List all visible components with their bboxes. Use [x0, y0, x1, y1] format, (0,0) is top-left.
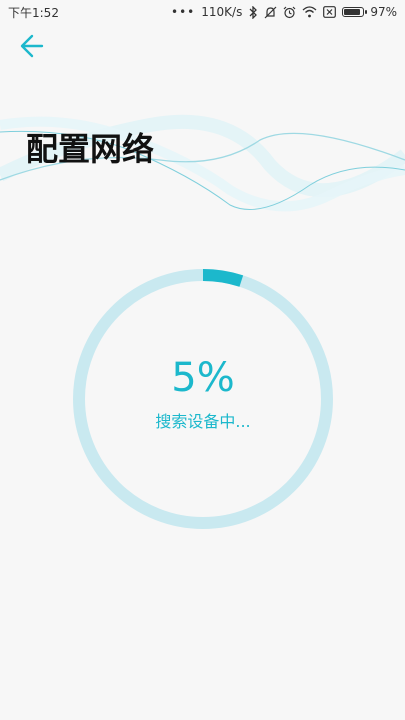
progress-percent: 5%: [171, 355, 235, 401]
progress-text: 5% 搜索设备中...: [72, 268, 334, 530]
status-icons: ••• 110K/s 97%: [171, 5, 397, 19]
close-box-icon: [323, 6, 337, 18]
wifi-icon: [302, 6, 317, 18]
status-time: 下午1:52: [8, 5, 59, 20]
arrow-left-icon: [18, 32, 46, 64]
alarm-icon: [283, 6, 296, 19]
network-speed: 110K/s: [201, 5, 243, 19]
battery-percent: 97%: [370, 5, 397, 19]
back-button[interactable]: [14, 30, 50, 66]
battery-icon: [342, 7, 368, 17]
page-title: 配置网络: [26, 130, 155, 168]
status-bar: 下午1:52 ••• 110K/s 97%: [0, 0, 405, 24]
notification-dots: •••: [171, 5, 196, 19]
mute-icon: [264, 6, 277, 19]
bluetooth-icon: [248, 5, 258, 19]
progress-status: 搜索设备中...: [155, 412, 251, 431]
